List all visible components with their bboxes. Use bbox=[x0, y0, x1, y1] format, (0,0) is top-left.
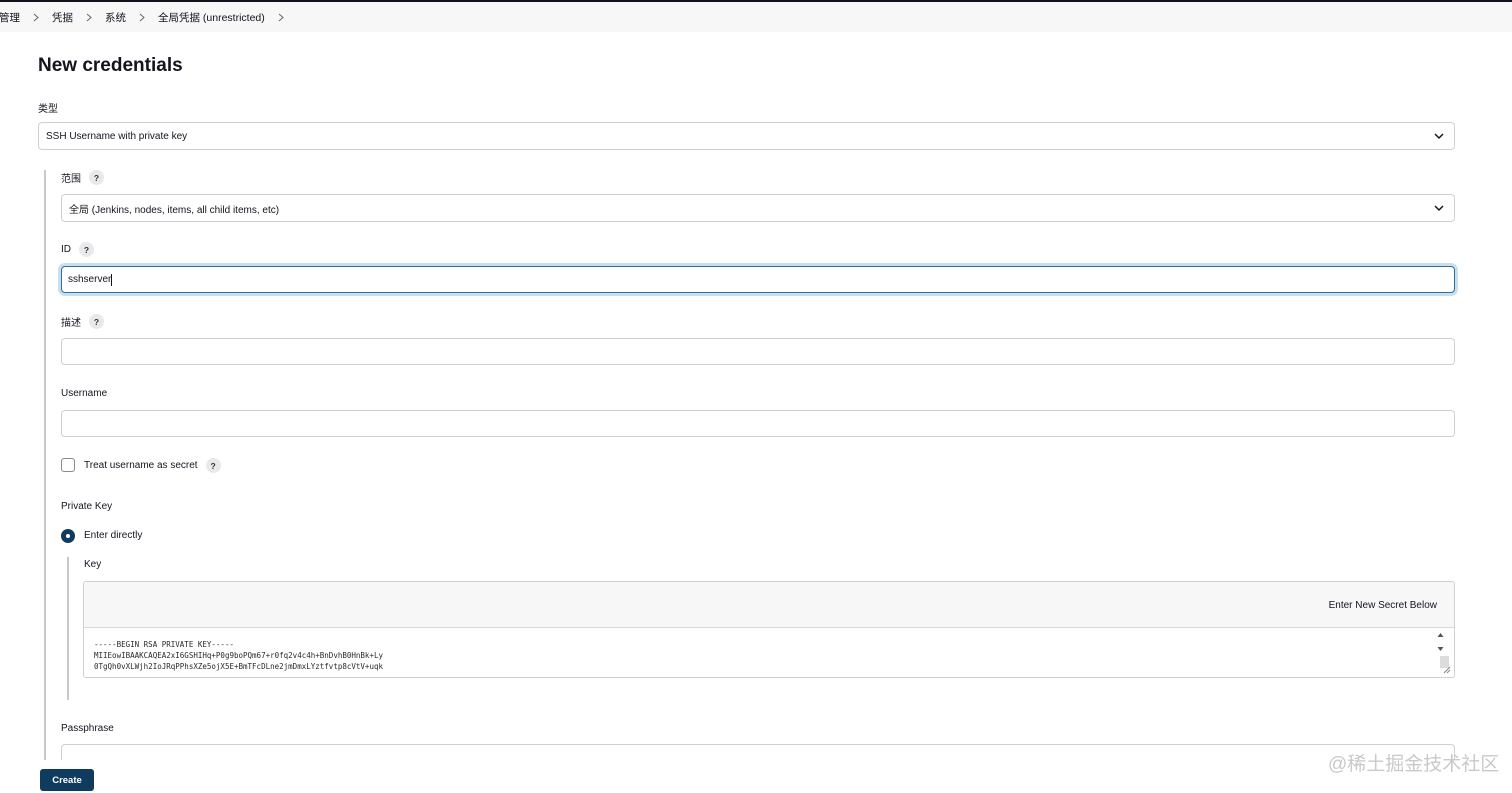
private-key-label-text: Private Key bbox=[61, 501, 113, 512]
page-title: New credentials bbox=[38, 55, 183, 76]
help-icon[interactable]: ? bbox=[89, 170, 104, 185]
kind-label-text: 类型 bbox=[38, 104, 58, 115]
breadcrumb-item-global-credentials[interactable]: 全局凭据 (unrestricted) bbox=[158, 10, 265, 25]
scroll-down-arrow-icon[interactable] bbox=[1437, 646, 1444, 652]
username-label: Username bbox=[61, 388, 107, 399]
kind-label: 类型 bbox=[38, 100, 58, 115]
scope-label: 范围 ? bbox=[61, 170, 104, 185]
text-caret bbox=[111, 273, 113, 286]
scope-select-value: 全局 (Jenkins, nodes, items, all child ite… bbox=[69, 204, 280, 216]
chevron-down-icon bbox=[1434, 133, 1444, 140]
chevron-right-icon bbox=[33, 13, 39, 22]
passphrase-label-text: Passphrase bbox=[61, 723, 114, 734]
id-input-value: sshserver bbox=[68, 274, 112, 285]
help-icon[interactable]: ? bbox=[79, 242, 94, 257]
breadcrumb-item-system[interactable]: 系统 bbox=[105, 10, 126, 25]
id-label: ID ? bbox=[61, 242, 94, 257]
enter-directly-label[interactable]: Enter directly bbox=[84, 530, 142, 541]
enter-directly-radio[interactable] bbox=[61, 529, 75, 543]
treat-username-secret-label[interactable]: Treat username as secret ? bbox=[84, 458, 221, 473]
key-textarea[interactable]: -----BEGIN RSA PRIVATE KEY----- MIIEowIBA… bbox=[94, 639, 383, 672]
kind-select-value: SSH Username with private key bbox=[46, 130, 188, 142]
key-line: -----BEGIN RSA PRIVATE KEY----- bbox=[94, 640, 234, 649]
help-icon[interactable]: ? bbox=[89, 314, 104, 329]
treat-username-secret-label-text: Treat username as secret bbox=[84, 460, 198, 471]
enter-new-secret-label: Enter New Secret Below bbox=[1328, 600, 1437, 611]
help-icon[interactable]: ? bbox=[205, 458, 221, 473]
passphrase-label: Passphrase bbox=[61, 723, 114, 734]
key-secret-header: Enter New Secret Below bbox=[84, 582, 1454, 628]
chevron-right-icon bbox=[139, 13, 145, 22]
breadcrumb-item-credentials-management[interactable]: 凭据管理 bbox=[0, 10, 20, 25]
description-input[interactable] bbox=[61, 338, 1455, 365]
description-label: 描述 ? bbox=[61, 314, 104, 329]
chevron-right-icon bbox=[86, 13, 92, 22]
key-secret-box[interactable]: Enter New Secret Below -----BEGIN RSA PR… bbox=[83, 581, 1455, 678]
key-section-divider-line bbox=[67, 557, 69, 700]
resize-grip-icon[interactable] bbox=[1443, 666, 1451, 674]
chevron-right-icon[interactable] bbox=[278, 13, 284, 22]
username-input[interactable] bbox=[61, 410, 1455, 437]
scope-label-text: 范围 bbox=[61, 174, 81, 185]
radio-selected-dot bbox=[66, 534, 70, 538]
scope-select[interactable]: 全局 (Jenkins, nodes, items, all child ite… bbox=[61, 194, 1455, 222]
username-label-text: Username bbox=[61, 388, 108, 399]
enter-directly-label-text: Enter directly bbox=[84, 530, 143, 541]
bottom-action-bar bbox=[0, 760, 1512, 793]
breadcrumb: 凭据管理 凭据 系统 全局凭据 (unrestricted) bbox=[0, 2, 1512, 32]
key-line: 0TgQh0vXLWjh2IoJRqPPhsXZe5ojX5E+BmTFcDLn… bbox=[94, 662, 383, 671]
id-label-text: ID bbox=[61, 244, 71, 255]
kind-select[interactable]: SSH Username with private key bbox=[38, 122, 1455, 150]
description-label-text: 描述 bbox=[61, 318, 81, 329]
private-key-label: Private Key bbox=[61, 501, 112, 512]
create-button[interactable]: Create bbox=[40, 769, 94, 791]
section-divider-line bbox=[44, 170, 46, 760]
key-label: Key bbox=[84, 559, 101, 570]
scroll-up-arrow-icon[interactable] bbox=[1437, 632, 1444, 638]
chevron-down-icon bbox=[1434, 205, 1444, 212]
key-label-text: Key bbox=[84, 559, 102, 570]
watermark: @稀土掘金技术社区 bbox=[1328, 754, 1500, 775]
breadcrumb-item-credentials[interactable]: 凭据 bbox=[52, 10, 73, 25]
treat-username-secret-checkbox[interactable] bbox=[61, 458, 75, 472]
key-line: MIIEowIBAAKCAQEA2xI6GSHIHq+P0g9boPQm67+r… bbox=[94, 651, 383, 660]
id-input[interactable]: sshserver bbox=[61, 266, 1455, 293]
